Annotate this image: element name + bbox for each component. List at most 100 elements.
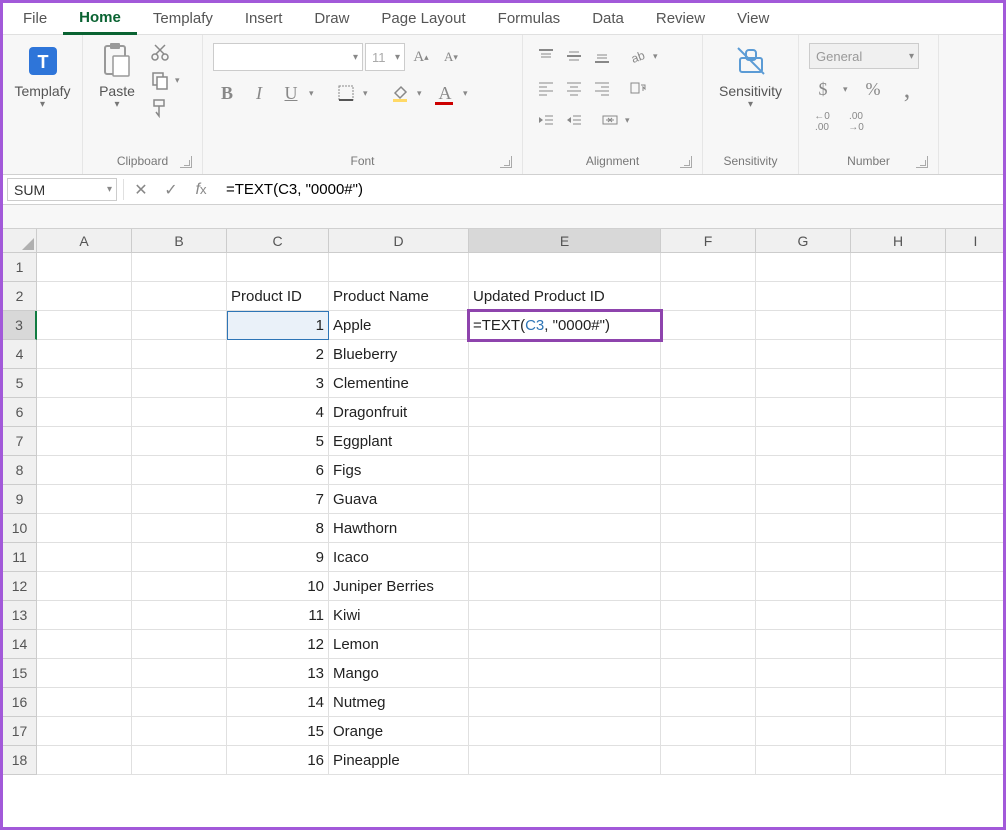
increase-font-button[interactable]: A▴ (407, 43, 435, 71)
row-header-7[interactable]: 7 (3, 427, 37, 456)
row-header-16[interactable]: 16 (3, 688, 37, 717)
cell-B4[interactable] (132, 340, 227, 369)
cell-E11[interactable] (469, 543, 661, 572)
font-color-button[interactable]: A (431, 79, 459, 107)
number-format-combo[interactable]: General▾ (809, 43, 919, 69)
cell-I10[interactable] (946, 514, 1003, 543)
cell-A6[interactable] (37, 398, 132, 427)
cell-E3[interactable]: =TEXT(C3, "0000#") (469, 311, 661, 340)
cell-G1[interactable] (756, 253, 851, 282)
cell-A2[interactable] (37, 282, 132, 311)
align-middle-button[interactable] (561, 43, 587, 69)
cell-D3[interactable]: Apple (329, 311, 469, 340)
decrease-indent-button[interactable] (533, 107, 559, 133)
row-header-9[interactable]: 9 (3, 485, 37, 514)
align-left-button[interactable] (533, 75, 559, 101)
cell-C13[interactable]: 11 (227, 601, 329, 630)
cell-H14[interactable] (851, 630, 946, 659)
cell-D4[interactable]: Blueberry (329, 340, 469, 369)
cell-I8[interactable] (946, 456, 1003, 485)
col-header-B[interactable]: B (132, 229, 227, 253)
cell-I6[interactable] (946, 398, 1003, 427)
row-header-15[interactable]: 15 (3, 659, 37, 688)
cell-A5[interactable] (37, 369, 132, 398)
cell-G8[interactable] (756, 456, 851, 485)
cell-G17[interactable] (756, 717, 851, 746)
cell-E2[interactable]: Updated Product ID (469, 282, 661, 311)
row-header-18[interactable]: 18 (3, 746, 37, 775)
cell-B16[interactable] (132, 688, 227, 717)
cell-E15[interactable] (469, 659, 661, 688)
cell-A12[interactable] (37, 572, 132, 601)
row-header-1[interactable]: 1 (3, 253, 37, 282)
cell-D12[interactable]: Juniper Berries (329, 572, 469, 601)
col-header-H[interactable]: H (851, 229, 946, 253)
cell-G5[interactable] (756, 369, 851, 398)
cell-F11[interactable] (661, 543, 756, 572)
cell-A10[interactable] (37, 514, 132, 543)
increase-indent-button[interactable] (561, 107, 587, 133)
cell-B3[interactable] (132, 311, 227, 340)
cell-B11[interactable] (132, 543, 227, 572)
cell-E6[interactable] (469, 398, 661, 427)
align-center-button[interactable] (561, 75, 587, 101)
dialog-launcher-icon[interactable] (680, 156, 692, 168)
cell-D1[interactable] (329, 253, 469, 282)
tab-insert[interactable]: Insert (229, 4, 299, 33)
cell-F4[interactable] (661, 340, 756, 369)
templafy-button[interactable]: T Templafy ▾ (8, 39, 76, 114)
cell-C11[interactable]: 9 (227, 543, 329, 572)
cell-F3[interactable] (661, 311, 756, 340)
cell-A16[interactable] (37, 688, 132, 717)
cell-H18[interactable] (851, 746, 946, 775)
cell-F18[interactable] (661, 746, 756, 775)
cell-D16[interactable]: Nutmeg (329, 688, 469, 717)
cell-B17[interactable] (132, 717, 227, 746)
cell-A4[interactable] (37, 340, 132, 369)
cell-D17[interactable]: Orange (329, 717, 469, 746)
cell-D9[interactable]: Guava (329, 485, 469, 514)
cell-E8[interactable] (469, 456, 661, 485)
cell-D6[interactable]: Dragonfruit (329, 398, 469, 427)
cell-E4[interactable] (469, 340, 661, 369)
tab-data[interactable]: Data (576, 4, 640, 33)
cell-D11[interactable]: Icaco (329, 543, 469, 572)
cell-F10[interactable] (661, 514, 756, 543)
cell-C3[interactable]: 1 (227, 311, 329, 340)
cell-C12[interactable]: 10 (227, 572, 329, 601)
cut-button[interactable] (147, 39, 173, 65)
row-header-10[interactable]: 10 (3, 514, 37, 543)
col-header-D[interactable]: D (329, 229, 469, 253)
accounting-format-button[interactable]: $ (809, 75, 837, 103)
cell-I5[interactable] (946, 369, 1003, 398)
cell-D2[interactable]: Product Name (329, 282, 469, 311)
cell-F2[interactable] (661, 282, 756, 311)
format-painter-button[interactable] (147, 95, 173, 121)
spreadsheet-grid[interactable]: ABCDEFGHI 123456789101112131415161718 Pr… (3, 229, 1003, 829)
cell-A3[interactable] (37, 311, 132, 340)
enter-formula-button[interactable]: ✓ (156, 175, 186, 204)
cell-C14[interactable]: 12 (227, 630, 329, 659)
cell-G11[interactable] (756, 543, 851, 572)
cell-C15[interactable]: 13 (227, 659, 329, 688)
wrap-text-button[interactable] (625, 75, 651, 101)
cell-C5[interactable]: 3 (227, 369, 329, 398)
cell-H9[interactable] (851, 485, 946, 514)
cell-C17[interactable]: 15 (227, 717, 329, 746)
chevron-down-icon[interactable]: ▾ (653, 51, 663, 62)
cell-I14[interactable] (946, 630, 1003, 659)
tab-file[interactable]: File (7, 4, 63, 33)
cell-D8[interactable]: Figs (329, 456, 469, 485)
cancel-formula-button[interactable]: ✕ (126, 175, 156, 204)
cell-D14[interactable]: Lemon (329, 630, 469, 659)
fill-color-button[interactable] (387, 80, 413, 106)
cell-E1[interactable] (469, 253, 661, 282)
cell-B8[interactable] (132, 456, 227, 485)
cell-E7[interactable] (469, 427, 661, 456)
chevron-down-icon[interactable]: ▾ (309, 88, 319, 99)
chevron-down-icon[interactable]: ▾ (417, 88, 427, 99)
increase-decimal-button[interactable]: ←0.00 (809, 109, 835, 135)
cell-C6[interactable]: 4 (227, 398, 329, 427)
cell-E16[interactable] (469, 688, 661, 717)
copy-button[interactable] (147, 67, 173, 93)
